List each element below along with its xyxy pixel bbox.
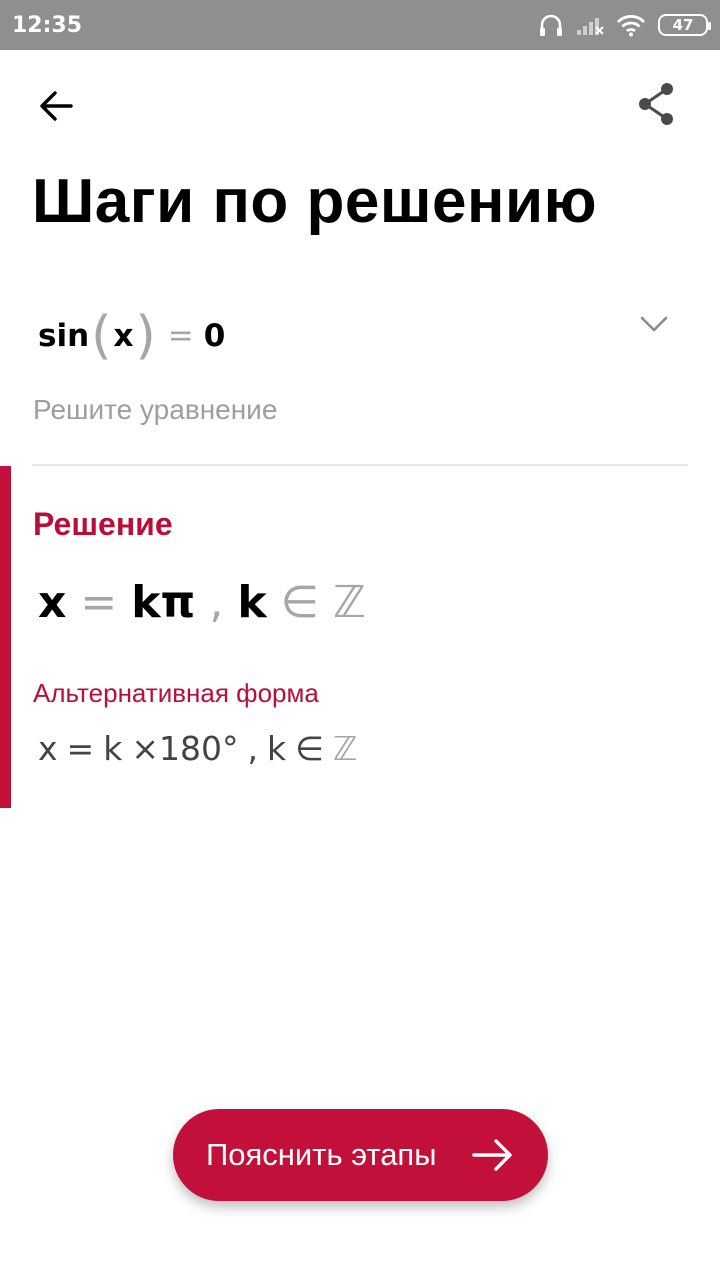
solution-equals: = (80, 576, 118, 628)
headphones-icon (538, 12, 564, 38)
divider (32, 464, 688, 466)
equation-paren-close: ) (135, 306, 156, 366)
battery-icon: 47 (658, 14, 711, 36)
arrow-right-icon (472, 1138, 514, 1172)
expand-problem-button[interactable] (634, 306, 674, 346)
explain-steps-label: Пояснить этапы (206, 1137, 437, 1172)
cellular-signal-icon (576, 14, 604, 36)
solution-param: k (237, 576, 267, 628)
explain-steps-button[interactable]: Пояснить этапы (173, 1109, 548, 1201)
status-bar: 12:35 47 (0, 0, 720, 50)
share-button[interactable] (634, 82, 678, 131)
solution-lhs: x (38, 576, 67, 628)
solution-accent-bar (0, 466, 11, 808)
alt-element-of: ∈ (295, 728, 324, 768)
equation-function: sin (38, 318, 90, 354)
solution-header: Решение (33, 506, 173, 542)
solution-rhs: kπ (131, 576, 196, 628)
equation-equals: = (167, 318, 194, 354)
solution-expression: x = kπ , k ∈ ℤ (38, 572, 366, 632)
status-time: 12:35 (12, 12, 83, 38)
alt-equals: = (66, 728, 95, 768)
solution-integer-set: ℤ (332, 576, 366, 628)
alt-k: k (103, 728, 123, 768)
page-title: Шаги по решению (32, 167, 598, 236)
alternative-form-expression: x = k × 180° , k ∈ ℤ (38, 726, 357, 770)
share-icon (636, 82, 676, 131)
equation-rhs: 0 (203, 318, 226, 354)
arrow-left-icon (38, 88, 74, 129)
alt-param: k (266, 728, 287, 768)
solution-element-of: ∈ (280, 576, 319, 628)
alt-comma: , (247, 728, 258, 768)
alt-value: 180° (158, 728, 239, 768)
equation-variable: x (113, 318, 134, 354)
wifi-icon (616, 13, 646, 37)
equation-paren-open: ( (91, 306, 112, 366)
alt-times: × (131, 728, 159, 768)
alternative-form-header: Альтернативная форма (33, 678, 319, 708)
chevron-down-icon (639, 315, 669, 338)
alt-lhs: x (38, 728, 58, 768)
status-icons: 47 (538, 12, 711, 38)
problem-label: Решите уравнение (33, 394, 278, 425)
problem-equation: sin ( x ) = 0 (38, 306, 225, 366)
solution-comma: , (209, 576, 224, 628)
back-button[interactable] (34, 86, 78, 130)
alt-integer-set: ℤ (332, 728, 358, 768)
